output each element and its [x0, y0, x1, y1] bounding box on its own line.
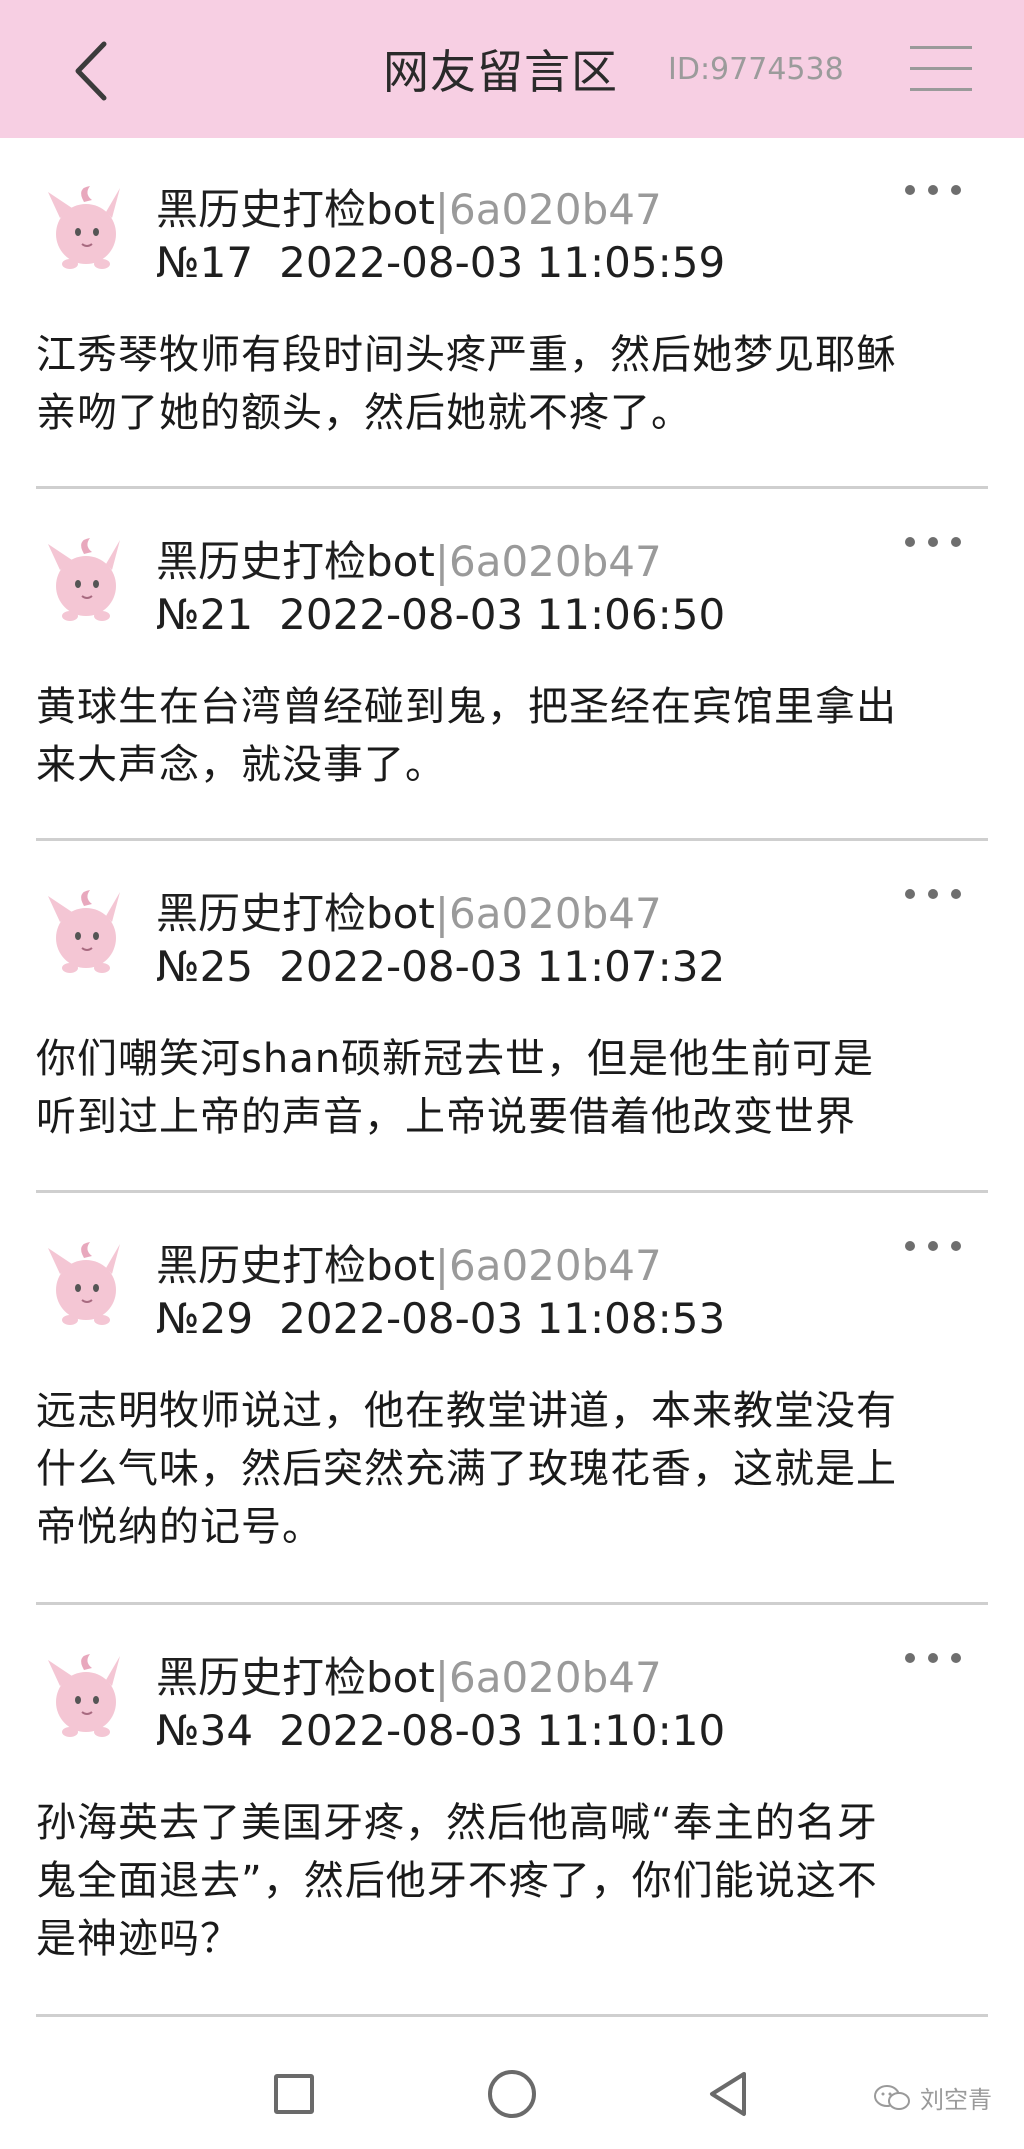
- square-icon[interactable]: [274, 2074, 314, 2114]
- comment-item: 黑历史打检bot|6a020b47 №21 2022-08-03 11:06:50…: [0, 490, 1024, 842]
- avatar[interactable]: [40, 882, 132, 978]
- comment-meta: №17 2022-08-03 11:05:59: [156, 238, 725, 287]
- circle-icon[interactable]: [488, 2070, 536, 2118]
- hamburger-icon: [910, 46, 972, 49]
- user-name[interactable]: 黑历史打检bot|6a020b47: [156, 176, 662, 237]
- more-dots-icon: [905, 537, 915, 547]
- watermark-text: 刘空青: [920, 2086, 992, 2114]
- chevron-left-icon: [75, 41, 107, 101]
- user-hash: |6a020b47: [434, 1241, 662, 1290]
- comment-item: 黑历史打检bot|6a020b47 №34 2022-08-03 11:10:10…: [0, 1606, 1024, 2018]
- comment-meta: №21 2022-08-03 11:06:50: [156, 590, 725, 639]
- user-hash: |6a020b47: [434, 1653, 662, 1702]
- comment-item: 黑历史打检bot|6a020b47 №25 2022-08-03 11:07:32…: [0, 842, 1024, 1194]
- clefairy-avatar-icon: [48, 1242, 120, 1325]
- comment-text: 你们嘲笑河shan硕新冠去世，但是他生前可是 听到过上帝的声音，上帝说要借着他改…: [36, 1036, 875, 1140]
- comment-text: 黄球生在台湾曾经碰到鬼，把圣经在宾馆里拿出 来大声念，就没事了。: [36, 684, 897, 788]
- user-hash: |6a020b47: [434, 185, 662, 234]
- comment-text: 孙海英去了美国牙疼，然后他高喊“奉主的名牙 鬼全面退去”，然后他牙不疼了，你们能…: [36, 1800, 878, 1962]
- clefairy-avatar-icon: [48, 890, 120, 973]
- divider: [36, 838, 988, 841]
- more-dots-icon: [905, 1653, 915, 1663]
- more-button[interactable]: [905, 1234, 961, 1258]
- more-button[interactable]: [905, 882, 961, 906]
- floor-number: №21: [156, 590, 254, 639]
- avatar[interactable]: [40, 530, 132, 626]
- wechat-icon: [874, 2084, 910, 2110]
- floor-number: №25: [156, 942, 254, 991]
- floor-number: №17: [156, 238, 254, 287]
- floor-number: №34: [156, 1706, 254, 1755]
- clefairy-avatar-icon: [48, 1654, 120, 1737]
- user-name[interactable]: 黑历史打检bot|6a020b47: [156, 528, 662, 589]
- divider: [36, 2014, 988, 2017]
- thread-id: ID:9774538: [668, 52, 844, 87]
- menu-button[interactable]: [910, 46, 972, 96]
- clefairy-avatar-icon: [48, 538, 120, 621]
- more-dots-icon: [905, 889, 915, 899]
- timestamp: 2022-08-03 11:10:10: [279, 1706, 726, 1755]
- comment-item: 黑历史打检bot|6a020b47 №17 2022-08-03 11:05:59…: [0, 138, 1024, 490]
- app-header: 网友留言区 ID:9774538: [0, 0, 1024, 138]
- divider: [36, 486, 988, 489]
- watermark: 刘空青: [872, 2080, 992, 2115]
- clefairy-avatar-icon: [48, 186, 120, 269]
- more-button[interactable]: [905, 178, 961, 202]
- timestamp: 2022-08-03 11:05:59: [279, 238, 726, 287]
- comment-text: 江秀琴牧师有段时间头疼严重，然后她梦见耶稣 亲吻了她的额头，然后她就不疼了。: [36, 332, 897, 436]
- avatar[interactable]: [40, 178, 132, 274]
- user-name[interactable]: 黑历史打检bot|6a020b47: [156, 880, 662, 941]
- back-button[interactable]: [62, 38, 122, 104]
- more-dots-icon: [905, 1241, 915, 1251]
- comment-text: 远志明牧师说过，他在教堂讲道，本来教堂没有 什么气味，然后突然充满了玫瑰花香，这…: [36, 1388, 897, 1550]
- comment-meta: №29 2022-08-03 11:08:53: [156, 1294, 725, 1343]
- user-hash: |6a020b47: [434, 889, 662, 938]
- avatar[interactable]: [40, 1234, 132, 1330]
- avatar[interactable]: [40, 1646, 132, 1742]
- floor-number: №29: [156, 1294, 254, 1343]
- more-button[interactable]: [905, 1646, 961, 1670]
- timestamp: 2022-08-03 11:07:32: [279, 942, 726, 991]
- divider: [36, 1190, 988, 1193]
- user-name[interactable]: 黑历史打检bot|6a020b47: [156, 1644, 662, 1705]
- timestamp: 2022-08-03 11:06:50: [279, 590, 726, 639]
- page-title: 网友留言区: [383, 45, 618, 99]
- user-hash: |6a020b47: [434, 537, 662, 586]
- comment-meta: №34 2022-08-03 11:10:10: [156, 1706, 725, 1755]
- timestamp: 2022-08-03 11:08:53: [279, 1294, 726, 1343]
- more-button[interactable]: [905, 530, 961, 554]
- system-nav-bar: [0, 2040, 1024, 2149]
- triangle-back-icon[interactable]: [706, 2070, 752, 2118]
- divider: [36, 1602, 988, 1605]
- user-name[interactable]: 黑历史打检bot|6a020b47: [156, 1232, 662, 1293]
- more-dots-icon: [905, 185, 915, 195]
- comment-meta: №25 2022-08-03 11:07:32: [156, 942, 725, 991]
- comment-item: 黑历史打检bot|6a020b47 №29 2022-08-03 11:08:53…: [0, 1194, 1024, 1606]
